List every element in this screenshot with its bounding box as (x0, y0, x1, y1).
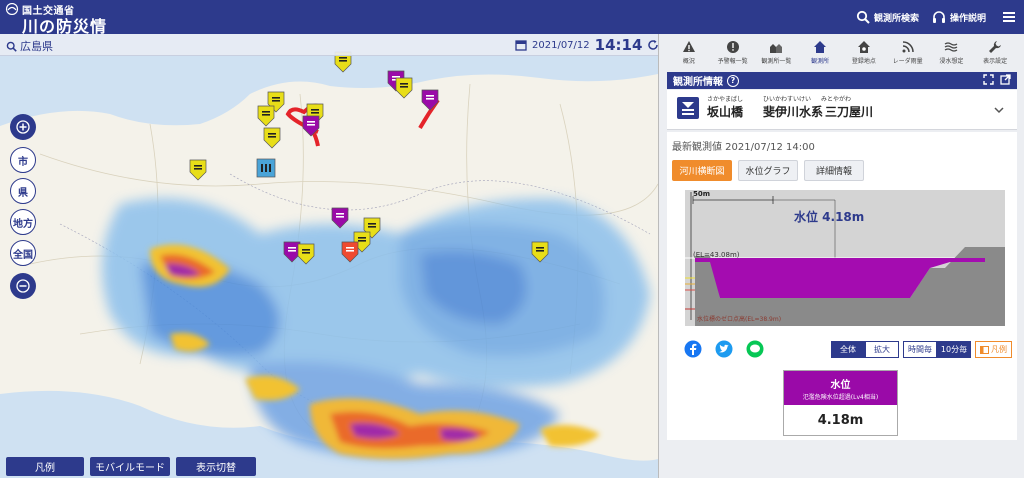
nav-label: 予警報一覧 (717, 58, 748, 65)
river-ruby: みとやがわ (821, 96, 852, 103)
station-search-button[interactable]: 観測所検索 (856, 8, 919, 26)
station-name: 坂山橋 (707, 105, 744, 119)
water-level-title: 水位 (830, 380, 851, 391)
tab-cross-section[interactable]: 河川横断図 (672, 160, 732, 181)
refresh-icon[interactable] (647, 39, 658, 51)
nav-label: 浸水想定 (939, 58, 964, 65)
book-icon (980, 345, 989, 354)
ten-minute-button[interactable]: 10分毎 (937, 341, 971, 358)
radar-icon (902, 41, 914, 53)
water-level-box: 水位 氾濫危険水位超過(Lv4相当) 4.18m (783, 370, 898, 436)
zoom-in-icon (16, 120, 30, 134)
hamburger-icon (1003, 12, 1015, 22)
nav-station[interactable]: 観測所 (798, 38, 842, 70)
legend-button[interactable]: 凡例 (6, 457, 84, 476)
water-level-subtitle: 氾濫危険水位超過(Lv4相当) (802, 394, 879, 401)
river-name: 三刀屋川 (825, 105, 874, 119)
zoom-out-button[interactable] (10, 273, 36, 299)
nav-flood[interactable]: 浸水想定 (930, 38, 974, 70)
home-star-icon (857, 41, 870, 53)
side-panel: 概況 予警報一覧 観測所一覧 観測所 登録地点 レーダ雨量 浸水想定 表示設定 (658, 34, 1024, 478)
scale-prefecture-button[interactable]: 県 (10, 178, 36, 204)
nav-label: 概況 (682, 58, 695, 65)
twitter-icon[interactable] (715, 340, 733, 358)
line-icon[interactable] (746, 340, 764, 358)
water-level-station-icon (677, 97, 699, 119)
chevron-down-icon[interactable] (993, 104, 1005, 116)
nav-registered[interactable]: 登録地点 (842, 38, 886, 70)
map-toolbar: 広島県 2021/07/12 14:14 (0, 34, 658, 56)
nav-label: 観測所 (811, 58, 830, 65)
nav-station-list[interactable]: 観測所一覧 (755, 38, 799, 70)
app-header: 国土交通省 川の防災情報 観測所検索 操作説明 (0, 0, 1024, 60)
wrench-icon (989, 41, 1002, 53)
diagram-legend-button[interactable]: 凡例 (975, 341, 1012, 358)
nav-label: 表示設定 (983, 58, 1008, 65)
fullscreen-icon[interactable] (983, 74, 994, 85)
headset-icon (933, 11, 945, 23)
alert-circle-icon (726, 41, 739, 53)
river-system-ruby: ひいかわすいけい (763, 96, 812, 103)
nav-label: 観測所一覧 (761, 58, 792, 65)
external-link-icon[interactable] (1000, 74, 1011, 85)
help-label: 操作説明 (950, 13, 987, 24)
search-icon (6, 41, 17, 52)
wave-icon (945, 42, 958, 52)
river-cross-section: 50m 水位 4.18m (EL=43.08m) 水位標のゼロ点高(EL=38.… (685, 190, 1005, 326)
nav-label: 登録地点 (851, 58, 876, 65)
water-level-card: 水位 氾濫危険水位超過(Lv4相当) 4.18m (667, 364, 1017, 440)
legend-label: 凡例 (991, 345, 1007, 354)
section-header: 観測所情報 ? (667, 72, 1017, 89)
tab-water-level-graph[interactable]: 水位グラフ (738, 160, 798, 181)
nav-warnings[interactable]: 予警報一覧 (711, 38, 755, 70)
zero-point-label: 水位標のゼロ点高(EL=38.9m) (697, 316, 782, 323)
time-label: 14:14 (594, 36, 643, 54)
menu-button[interactable] (1002, 8, 1016, 26)
panel-nav: 概況 予警報一覧 観測所一覧 観測所 登録地点 レーダ雨量 浸水想定 表示設定 (667, 38, 1017, 70)
mobile-mode-button[interactable]: モバイルモード (90, 457, 170, 476)
home-icon (814, 41, 827, 53)
building-list-icon (770, 44, 783, 53)
calendar-icon[interactable] (515, 39, 527, 51)
view-all-button[interactable]: 全体 (831, 341, 865, 358)
river-system: 斐伊川水系 (763, 105, 824, 119)
prefecture-label: 広島県 (20, 40, 53, 53)
scale-national-button[interactable]: 全国 (10, 240, 36, 266)
observation-card: 最新観測値 2021/07/12 14:00 河川横断図 水位グラフ 詳細情報 … (667, 132, 1017, 364)
display-toggle-button[interactable]: 表示切替 (176, 457, 256, 476)
map-view[interactable]: 広島県 2021/07/12 14:14 市 県 地方 全国 凡例 モバイルモー… (0, 34, 658, 478)
search-icon (856, 10, 870, 24)
nav-overview[interactable]: 概況 (667, 38, 711, 70)
date-label: 2021/07/12 (532, 39, 590, 51)
elevation-label: (EL=43.08m) (693, 251, 740, 259)
tab-details[interactable]: 詳細情報 (804, 160, 864, 181)
warning-triangle-icon (682, 41, 695, 52)
water-level-display: 水位 4.18m (794, 210, 865, 224)
station-selector[interactable]: さかやまばし ひいかわすいけい みとやがわ 坂山橋 斐伊川水系 三刀屋川 (667, 90, 1017, 130)
facebook-icon[interactable] (684, 340, 702, 358)
nav-label: レーダ雨量 (892, 58, 923, 65)
zoom-out-icon (16, 279, 30, 293)
mlit-logo-icon (5, 3, 19, 15)
water-level-value: 4.18m (817, 413, 864, 428)
help-icon[interactable]: ? (727, 74, 739, 87)
water-level-status: 水位 氾濫危険水位超過(Lv4相当) (784, 371, 897, 405)
nav-settings[interactable]: 表示設定 (973, 38, 1017, 70)
scale-city-button[interactable]: 市 (10, 147, 36, 173)
zoom-button[interactable]: 拡大 (865, 341, 899, 358)
rain-radar-map (0, 34, 658, 478)
prefecture-selector[interactable]: 広島県 (6, 38, 53, 54)
nav-radar[interactable]: レーダ雨量 (886, 38, 930, 70)
latest-observation-label: 最新観測値 2021/07/12 14:00 (672, 142, 815, 153)
scale-region-button[interactable]: 地方 (10, 209, 36, 235)
width-scale-label: 50m (693, 190, 711, 198)
site-logo[interactable]: 国土交通省 川の防災情報 (5, 2, 123, 60)
hourly-button[interactable]: 時間毎 (903, 341, 937, 358)
station-name-ruby: さかやまばし (707, 96, 744, 103)
station-search-label: 観測所検索 (874, 13, 920, 24)
section-title: 観測所情報 (673, 77, 723, 88)
help-button[interactable]: 操作説明 (932, 8, 986, 26)
zoom-in-button[interactable] (10, 114, 36, 140)
datetime-display: 2021/07/12 14:14 (515, 36, 658, 54)
